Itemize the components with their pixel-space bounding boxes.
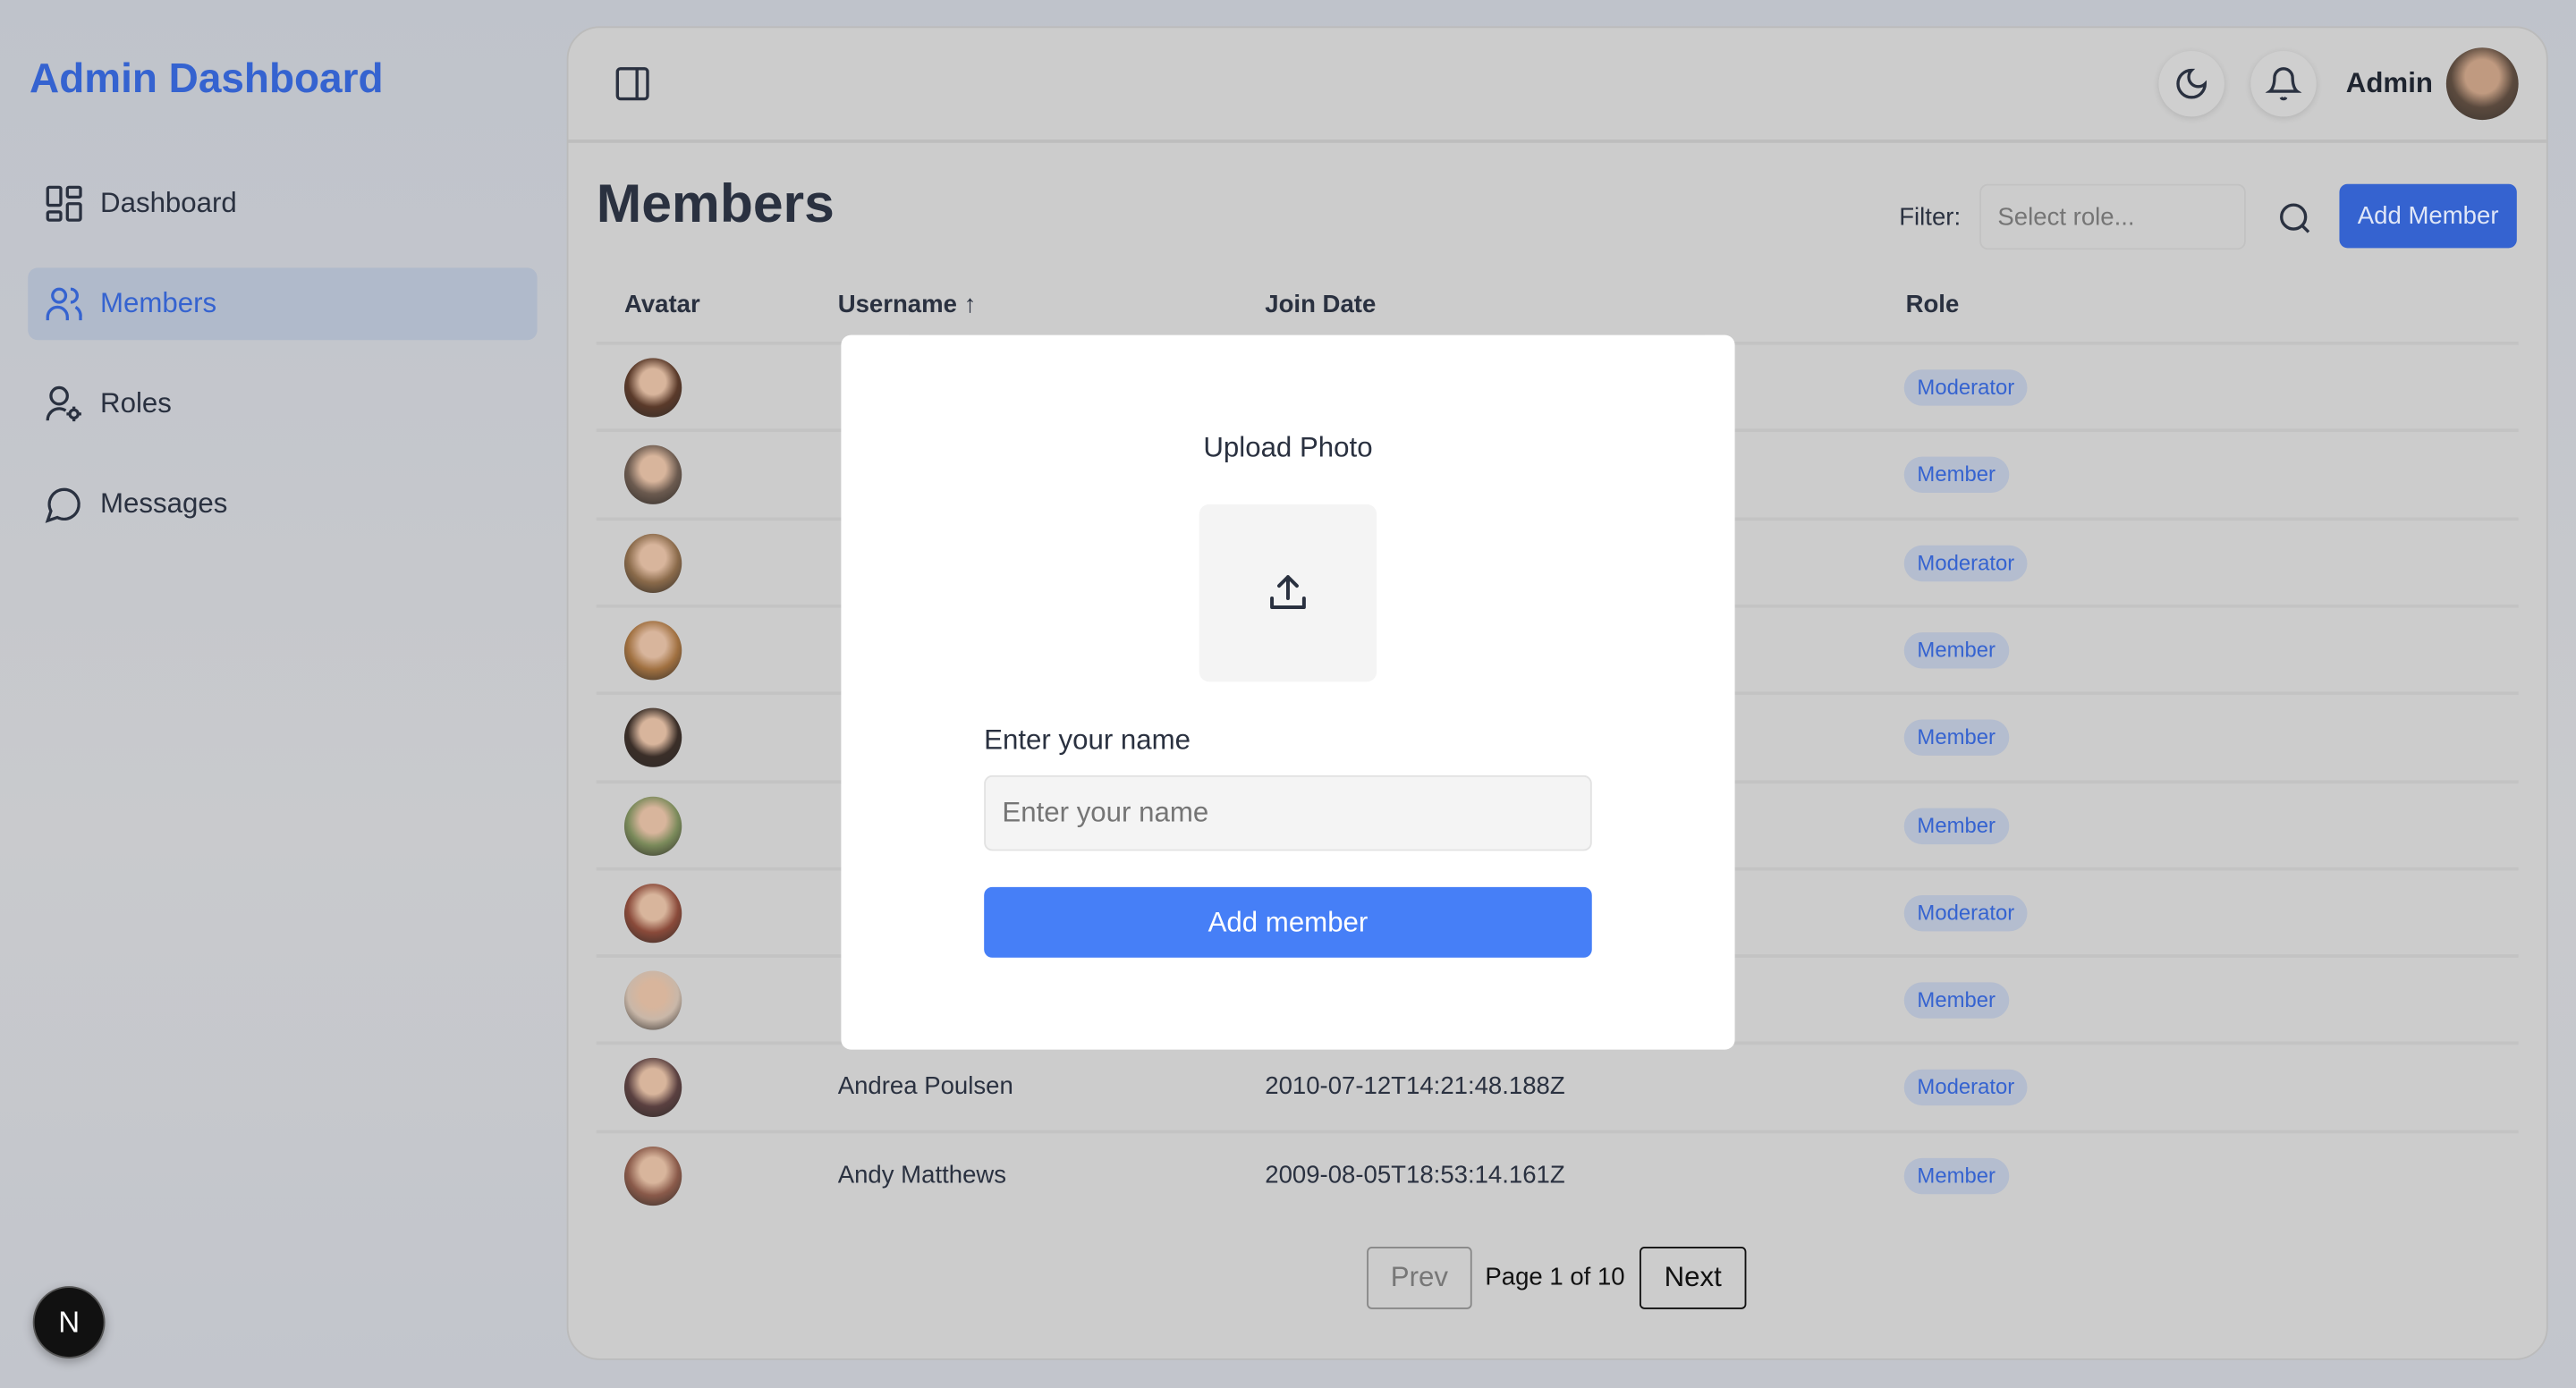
brand-title: Admin Dashboard	[30, 55, 384, 102]
chat-bubble-icon	[45, 487, 80, 523]
join-date-cell: 2009-08-05T18:53:14.161Z	[1265, 1160, 1565, 1189]
column-header-avatar: Avatar	[623, 291, 700, 319]
avatar	[623, 1146, 682, 1206]
sidebar-item-members[interactable]: Members	[28, 267, 538, 341]
username-cell: Andy Matthews	[837, 1160, 1007, 1189]
avatar	[623, 883, 682, 943]
search-icon[interactable]	[2277, 200, 2313, 236]
sidebar-toggle-icon[interactable]	[614, 65, 650, 101]
user-gear-icon	[46, 385, 81, 422]
avatar	[623, 795, 682, 856]
user-avatar[interactable]	[2445, 47, 2519, 121]
notifications-button[interactable]	[2250, 50, 2317, 117]
table-row[interactable]: Andy Matthews 2009-08-05T18:53:14.161Z Mem…	[596, 1130, 2519, 1220]
role-badge: Member	[1903, 631, 2009, 669]
role-badge: Moderator	[1903, 545, 2028, 581]
add-member-modal: Upload Photo Enter your name Add member	[841, 334, 1735, 1050]
role-badge: Member	[1903, 457, 2009, 494]
role-badge: Member	[1903, 719, 2009, 757]
sidebar-item-label: Messages	[100, 487, 228, 520]
avatar	[623, 707, 682, 768]
name-input[interactable]	[984, 774, 1592, 851]
role-badge: Member	[1903, 1157, 2009, 1194]
app: Admin Dashboard Dashboard Members Roles …	[0, 0, 2576, 1388]
sidebar-item-label: Members	[100, 287, 217, 319]
sidebar-item-label: Dashboard	[100, 187, 237, 219]
avatar	[623, 621, 682, 681]
framework-badge-button[interactable]: N	[32, 1286, 106, 1358]
avatar	[623, 445, 682, 505]
avatar	[623, 533, 682, 593]
name-label: Enter your name	[984, 724, 1191, 756]
upload-photo-label: Upload Photo	[1203, 432, 1373, 463]
role-badge: Moderator	[1903, 1070, 2028, 1106]
add-member-button[interactable]: Add Member	[2339, 183, 2517, 249]
page-status: Page 1 of 10	[1485, 1263, 1625, 1291]
theme-toggle-button[interactable]	[2158, 50, 2224, 117]
sidebar-item-label: Roles	[100, 387, 172, 419]
column-header-join-date: Join Date	[1265, 291, 1377, 319]
role-badge: Member	[1903, 982, 2009, 1019]
role-badge: Moderator	[1903, 894, 2028, 932]
moon-icon	[2176, 68, 2207, 99]
column-header-role: Role	[1905, 291, 1960, 319]
prev-page-button[interactable]: Prev	[1367, 1247, 1472, 1309]
next-page-button[interactable]: Next	[1640, 1247, 1747, 1309]
bell-icon	[2265, 67, 2302, 101]
join-date-cell: 2010-07-12T14:21:48.188Z	[1265, 1073, 1565, 1102]
badge-letter: N	[58, 1305, 80, 1338]
sidebar-item-roles[interactable]: Roles	[28, 368, 537, 440]
avatar	[623, 1058, 682, 1118]
filter-label: Filter:	[1899, 203, 1962, 232]
user-name: Admin	[2345, 67, 2433, 99]
username-cell: Andrea Poulsen	[837, 1073, 1013, 1102]
role-badge: Moderator	[1903, 369, 2028, 406]
top-header: Admin	[568, 28, 2546, 143]
role-badge: Member	[1903, 807, 2009, 844]
sidebar-item-dashboard[interactable]: Dashboard	[28, 167, 537, 240]
page-title: Members	[596, 172, 835, 233]
upload-icon	[1270, 575, 1306, 609]
avatar	[623, 358, 682, 418]
submit-add-member-button[interactable]: Add member	[984, 886, 1592, 958]
role-filter-input[interactable]	[1979, 183, 2246, 250]
sidebar-item-messages[interactable]: Messages	[28, 468, 537, 540]
users-icon	[46, 287, 82, 321]
upload-photo-button[interactable]	[1199, 504, 1377, 682]
column-header-username[interactable]: Username ↑	[838, 291, 977, 318]
avatar	[623, 970, 682, 1030]
table-row[interactable]: Andrea Poulsen 2010-07-12T14:21:48.188Z Mo…	[596, 1042, 2519, 1132]
dashboard-grid-icon	[46, 185, 82, 222]
